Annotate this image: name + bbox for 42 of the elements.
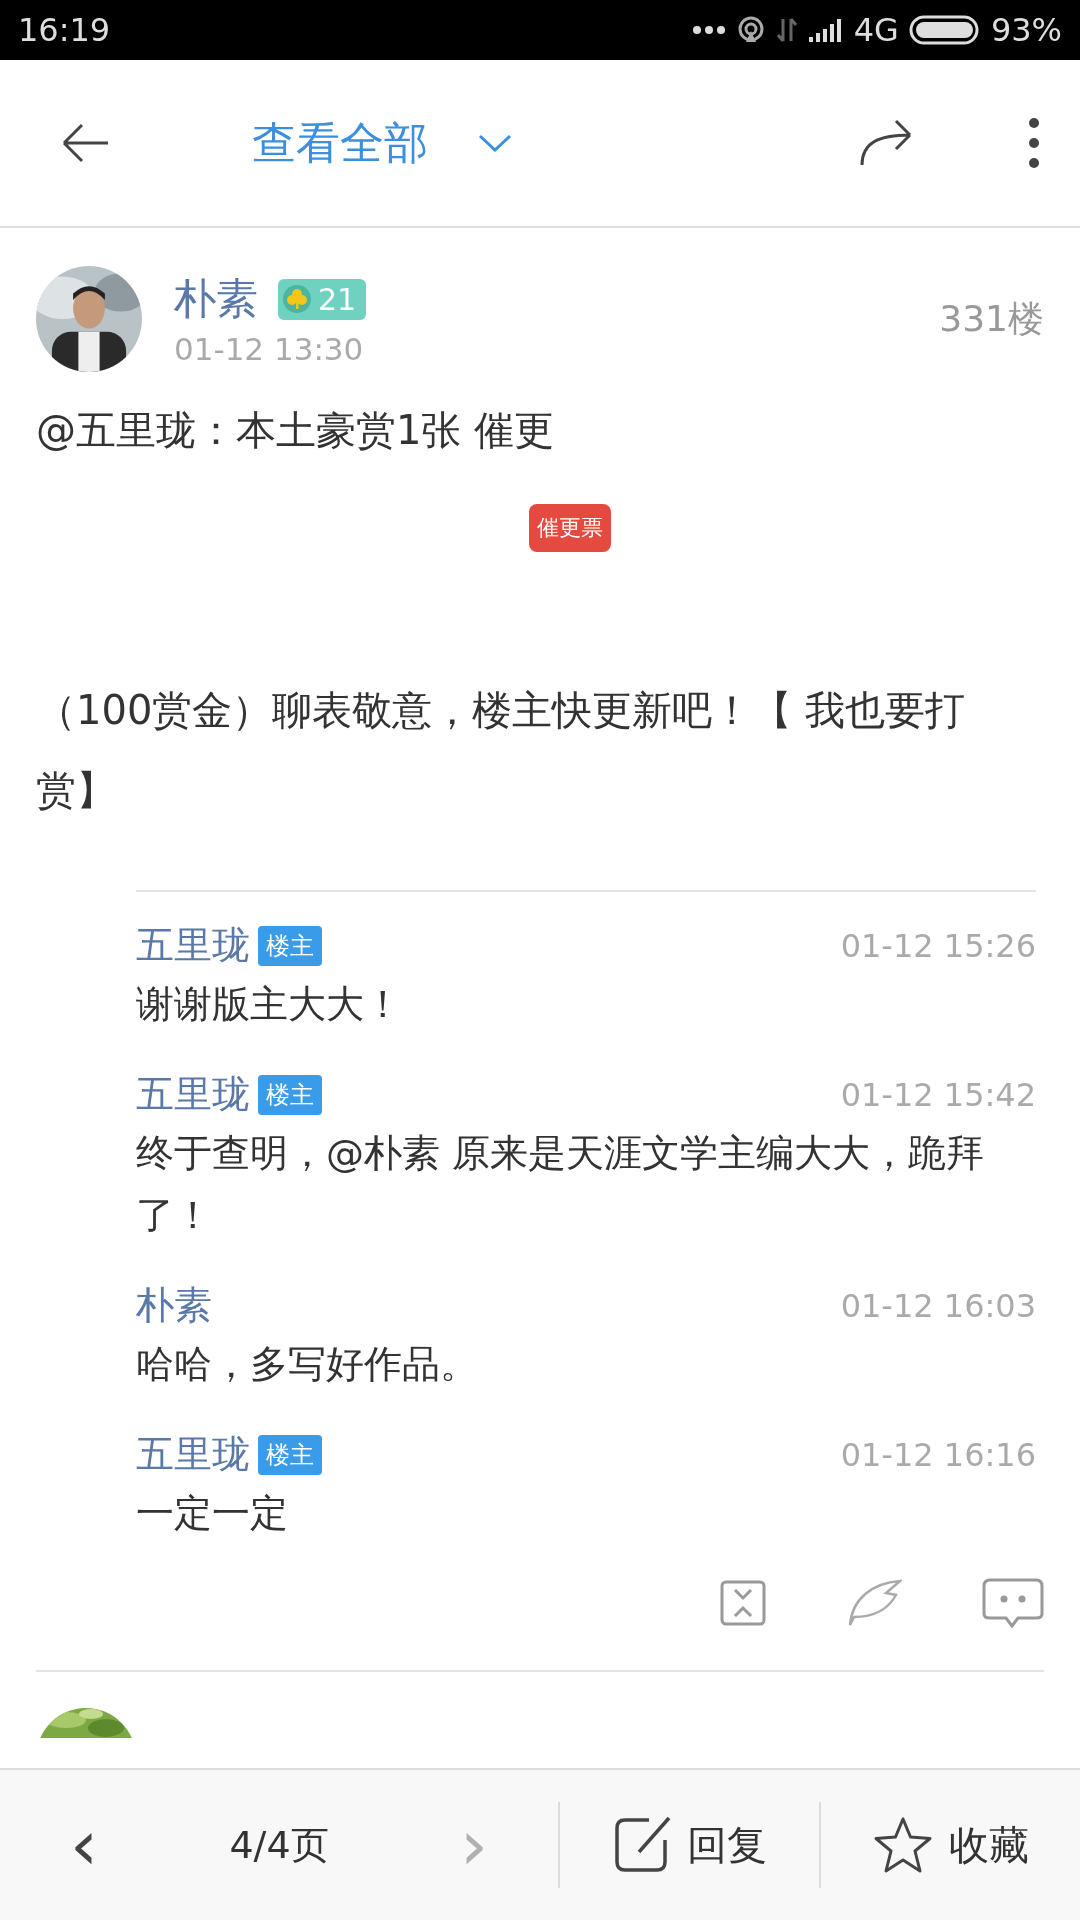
reward-text: （100赏金）聊表敬意，楼主快更新吧！【 我也要打赏】 bbox=[36, 686, 967, 815]
comment-icon[interactable] bbox=[982, 1578, 1044, 1628]
edit-icon bbox=[612, 1816, 671, 1874]
reply-button[interactable]: 回复 bbox=[560, 1815, 819, 1875]
dropdown-chevron-icon[interactable] bbox=[478, 133, 512, 153]
network-type: 4G bbox=[853, 11, 899, 49]
favorite-button[interactable]: 收藏 bbox=[821, 1815, 1080, 1875]
op-tag: 楼主 bbox=[258, 1434, 322, 1475]
menu-icon[interactable] bbox=[1028, 117, 1040, 169]
reply-author[interactable]: 五里珑 bbox=[136, 920, 250, 971]
more-icon bbox=[691, 25, 726, 35]
data-arrows-icon bbox=[775, 15, 798, 45]
reply-time: 01-12 16:03 bbox=[840, 1286, 1036, 1325]
floor-number: 331楼 bbox=[939, 296, 1044, 341]
op-tag: 楼主 bbox=[258, 925, 322, 966]
reply-time: 01-12 15:26 bbox=[840, 926, 1036, 965]
reply-author[interactable]: 五里珑 bbox=[136, 1429, 250, 1480]
level-number: 21 bbox=[318, 281, 357, 317]
header-title[interactable]: 查看全部 bbox=[252, 113, 428, 173]
reply-time: 01-12 15:42 bbox=[840, 1075, 1036, 1114]
status-time: 16:19 bbox=[18, 11, 111, 49]
reply-text: 哈哈，多写好作品。 bbox=[136, 1341, 479, 1388]
club-icon bbox=[282, 284, 312, 314]
post-time: 01-12 13:30 bbox=[174, 331, 365, 367]
page-indicator: 4/4页 bbox=[229, 1821, 329, 1869]
battery-percent: 93% bbox=[990, 11, 1062, 49]
reply-time: 01-12 16:16 bbox=[840, 1435, 1036, 1474]
reply-author[interactable]: 朴素 bbox=[136, 1280, 212, 1331]
post-text: @五里珑：本土豪赏1张 催更 bbox=[36, 406, 556, 455]
author-name[interactable]: 朴素 bbox=[174, 271, 258, 327]
previous-page-button[interactable]: ‹ bbox=[60, 1810, 108, 1880]
reply-author[interactable]: 五里珑 bbox=[136, 1069, 250, 1120]
reply-text: 谢谢版主大大！ bbox=[136, 981, 403, 1028]
reply-text: 一定一定 bbox=[136, 1490, 289, 1537]
collapse-icon[interactable] bbox=[720, 1580, 766, 1626]
battery-icon bbox=[908, 15, 981, 45]
star-icon bbox=[872, 1816, 933, 1874]
feather-icon[interactable] bbox=[846, 1579, 902, 1627]
op-tag: 楼主 bbox=[258, 1074, 322, 1115]
reply-text: 终于查明，@朴素 原来是天涯文学主编大大，跪拜了！ bbox=[136, 1130, 986, 1239]
signal-icon bbox=[807, 17, 844, 43]
ticket-badge: 催更票 bbox=[529, 504, 611, 552]
